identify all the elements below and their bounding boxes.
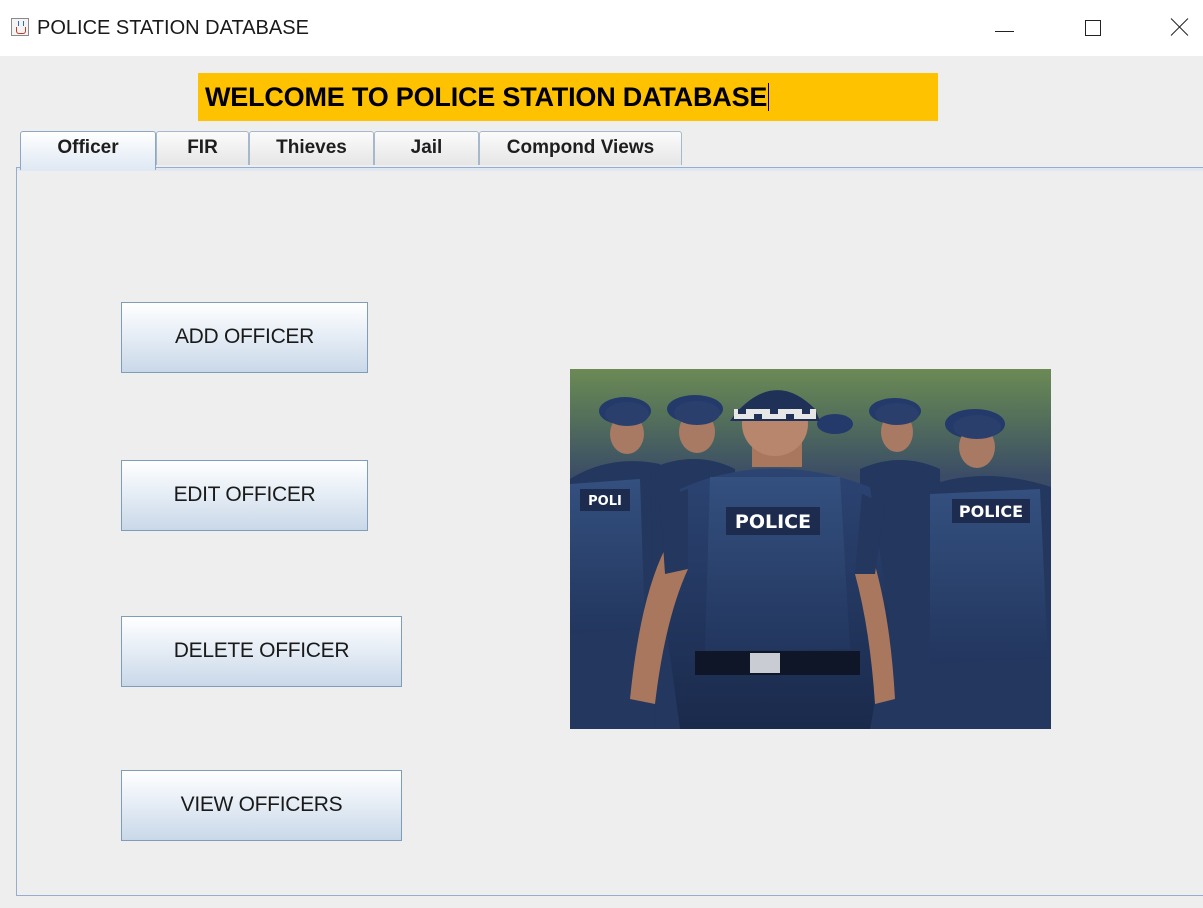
window-title: POLICE STATION DATABASE <box>37 17 309 39</box>
welcome-text: WELCOME TO POLICE STATION DATABASE <box>205 82 768 112</box>
police-officers-photo: POLICE POLI POLICE <box>570 369 1051 729</box>
main-window: POLICE STATION DATABASE WELCOME TO POLIC… <box>0 0 1203 908</box>
maximize-button[interactable] <box>1070 0 1116 56</box>
tab-jail[interactable]: Jail <box>374 131 479 165</box>
add-officer-button[interactable]: ADD OFFICER <box>121 302 368 373</box>
minimize-icon <box>995 31 1014 32</box>
tab-fir[interactable]: FIR <box>156 131 249 165</box>
photo-vest-label-left: POLI <box>588 494 622 509</box>
photo-vest-label-right: POLICE <box>959 502 1023 521</box>
delete-officer-button[interactable]: DELETE OFFICER <box>121 616 402 687</box>
title-bar[interactable]: POLICE STATION DATABASE <box>0 0 1203 56</box>
minimize-button[interactable] <box>982 0 1028 56</box>
edit-officer-button[interactable]: EDIT OFFICER <box>121 460 368 531</box>
welcome-banner[interactable]: WELCOME TO POLICE STATION DATABASE <box>198 73 938 121</box>
view-officers-button[interactable]: VIEW OFFICERS <box>121 770 402 841</box>
tab-compond-views[interactable]: Compond Views <box>479 131 682 165</box>
java-app-icon <box>11 18 29 36</box>
tab-officer[interactable]: Officer <box>20 131 156 170</box>
close-button[interactable] <box>1157 0 1203 56</box>
maximize-icon <box>1085 20 1101 36</box>
photo-vest-label-center: POLICE <box>735 511 811 533</box>
close-icon <box>1170 17 1190 37</box>
tab-thieves[interactable]: Thieves <box>249 131 374 165</box>
text-caret <box>768 83 770 111</box>
